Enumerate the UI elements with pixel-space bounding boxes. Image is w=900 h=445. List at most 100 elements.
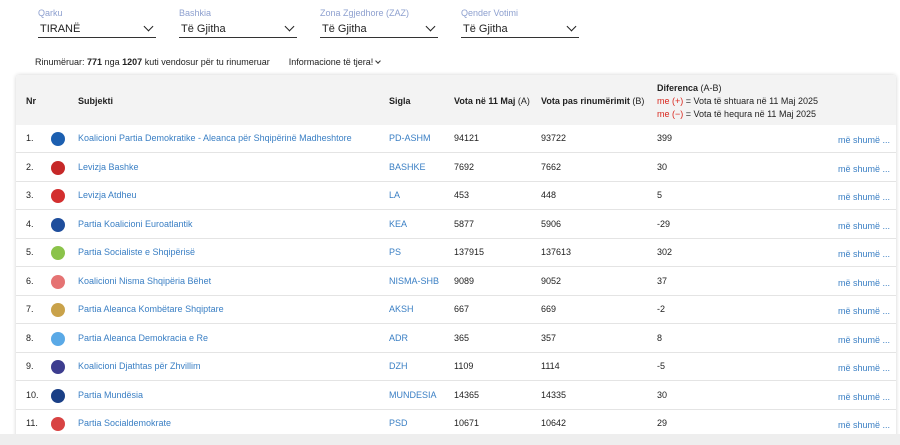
row-subject-link[interactable]: Koalicioni Djathtas për Zhvillim: [78, 361, 201, 371]
more-link[interactable]: më shumë ...: [838, 363, 890, 373]
more-link[interactable]: më shumë ...: [838, 135, 890, 145]
select-value: Të Gjitha: [463, 22, 508, 35]
party-logo-icon: [49, 301, 67, 319]
bashkia-select[interactable]: Të Gjitha: [179, 20, 297, 38]
row-subject-link[interactable]: Levizja Atdheu: [78, 190, 137, 200]
row-votes-b: 357: [541, 332, 557, 343]
row-acronym-link[interactable]: DZH: [389, 361, 408, 371]
chevron-down-icon: [566, 21, 577, 32]
recount-total: 1207: [122, 57, 143, 67]
more-link[interactable]: më shumë ...: [838, 392, 890, 402]
row-votes-b: 137613: [541, 247, 572, 257]
row-subject-link[interactable]: Partia Mundësia: [78, 390, 143, 400]
zaz-select[interactable]: Të Gjitha: [320, 20, 438, 38]
row-acronym-link[interactable]: BASHKE: [389, 162, 426, 172]
row-subject-link[interactable]: Partia Aleanca Kombëtare Shqiptare: [78, 304, 224, 314]
header-diff-tag: (A-B): [700, 83, 722, 93]
row-acronym-link[interactable]: PD-ASHM: [389, 133, 431, 143]
row-subject-link[interactable]: Koalicioni Partia Demokratike - Aleanca …: [78, 133, 352, 143]
table-row: 8. Partia Aleanca Demokracia e Re ADR 365 35…: [16, 325, 896, 353]
row-votes-b: 448: [541, 190, 557, 200]
filter-qender-votimi[interactable]: Qender Votimi Të Gjitha: [461, 8, 579, 38]
qender-votimi-select[interactable]: Të Gjitha: [461, 20, 579, 38]
row-diff: 5: [657, 190, 663, 200]
party-logo-icon: [49, 387, 67, 405]
row-diff: 8: [657, 332, 663, 343]
row-acronym-link[interactable]: NISMA-SHB: [389, 276, 439, 286]
results-table: Nr Subjekti Sigla Vota në 11 Maj (A) Vot…: [16, 75, 896, 445]
recount-count: 771: [87, 57, 103, 67]
row-nr: 10.: [26, 389, 39, 400]
note-plus-prefix: me (+): [657, 96, 684, 106]
logo-mark: [51, 417, 65, 431]
bottom-scrollbar[interactable]: [0, 434, 900, 445]
row-votes-b: 7662: [541, 161, 562, 172]
row-acronym-link[interactable]: ADR: [389, 333, 408, 343]
more-link[interactable]: më shumë ...: [838, 278, 890, 288]
party-logo-icon: [49, 273, 67, 291]
more-info-label: Informacione të tjera!: [288, 57, 374, 67]
header-diff-note-plus: me (+) = Vota të shtuara në 11 Maj 2025: [657, 95, 818, 108]
row-subject-link[interactable]: Levizja Bashke: [78, 162, 139, 172]
table-row: 4. Partia Koalicioni Euroatlantik KEA 5877 5…: [16, 211, 896, 239]
header-votes-a: Vota në 11 Maj (A): [454, 96, 530, 106]
row-diff: 302: [657, 247, 673, 257]
row-nr: 2.: [26, 161, 34, 172]
more-link[interactable]: më shumë ...: [838, 221, 890, 231]
row-nr: 7.: [26, 304, 34, 314]
filter-bar: Qarku TIRANË Bashkia Të Gjitha Zona Zgje…: [38, 8, 602, 38]
row-votes-a: 7692: [454, 161, 475, 172]
more-link[interactable]: më shumë ...: [838, 306, 890, 316]
row-diff: 399: [657, 133, 673, 143]
table-row: 10. Partia Mundësia MUNDESIA 14365 14335 30 më…: [16, 382, 896, 410]
more-link[interactable]: më shumë ...: [838, 249, 890, 259]
row-diff: -29: [657, 218, 671, 229]
row-acronym-link[interactable]: MUNDESIA: [389, 390, 437, 400]
row-votes-b: 669: [541, 304, 557, 314]
filter-label: Qender Votimi: [461, 8, 519, 18]
party-logo-icon: [49, 159, 67, 177]
row-subject-link[interactable]: Partia Socialiste e Shqipërisë: [78, 247, 195, 257]
row-acronym-link[interactable]: LA: [389, 190, 400, 200]
header-subject: Subjekti: [78, 96, 114, 106]
row-votes-b: 5906: [541, 218, 562, 229]
row-nr: 4.: [26, 218, 34, 229]
select-value: Të Gjitha: [181, 22, 226, 35]
row-acronym-link[interactable]: KEA: [389, 219, 407, 229]
row-subject-link[interactable]: Partia Aleanca Demokracia e Re: [78, 333, 208, 343]
row-votes-a: 5877: [454, 218, 475, 229]
chevron-down-icon: [375, 57, 382, 64]
row-votes-a: 365: [454, 332, 470, 343]
more-link[interactable]: më shumë ...: [838, 164, 890, 174]
chevron-down-icon: [425, 21, 436, 32]
row-acronym-link[interactable]: PS: [389, 247, 401, 257]
table-row: 1. Koalicioni Partia Demokratike - Aleanc…: [16, 125, 896, 153]
qarku-select[interactable]: TIRANË: [38, 20, 156, 38]
row-subject-link[interactable]: Partia Socialdemokrate: [78, 418, 171, 428]
row-subject-link[interactable]: Koalicioni Nisma Shqipëria Bëhet: [78, 276, 211, 286]
select-value: Të Gjitha: [322, 22, 367, 35]
row-nr: 9.: [26, 361, 34, 371]
more-link[interactable]: më shumë ...: [838, 335, 890, 345]
logo-mark: [51, 303, 65, 317]
logo-mark: [51, 189, 65, 203]
header-diff-note-minus: me (−) = Vota të hequra në 11 Maj 2025: [657, 108, 818, 121]
more-info-toggle[interactable]: Informacione të tjera!: [288, 57, 382, 67]
filter-qarku[interactable]: Qarku TIRANË: [38, 8, 156, 38]
row-acronym-link[interactable]: AKSH: [389, 304, 414, 314]
row-votes-b: 1114: [541, 361, 560, 371]
row-votes-a: 14365: [454, 389, 480, 400]
row-diff: 37: [657, 275, 668, 286]
more-link[interactable]: më shumë ...: [838, 420, 890, 430]
table-row: 3. Levizja Atdheu LA 453 448 5 më shumë ...: [16, 182, 896, 210]
more-link[interactable]: më shumë ...: [838, 192, 890, 202]
logo-mark: [51, 160, 65, 175]
row-acronym-link[interactable]: PSD: [389, 418, 408, 428]
filter-zaz[interactable]: Zona Zgjedhore (ZAZ) Të Gjitha: [320, 8, 438, 38]
row-votes-b: 93722: [541, 133, 567, 143]
logo-mark: [51, 331, 65, 346]
row-subject-link[interactable]: Partia Koalicioni Euroatlantik: [78, 219, 193, 229]
filter-bashkia[interactable]: Bashkia Të Gjitha: [179, 8, 297, 38]
table-row: 2. Levizja Bashke BASHKE 7692 7662 30 më shumë…: [16, 154, 896, 182]
party-logo-icon: [49, 358, 67, 376]
